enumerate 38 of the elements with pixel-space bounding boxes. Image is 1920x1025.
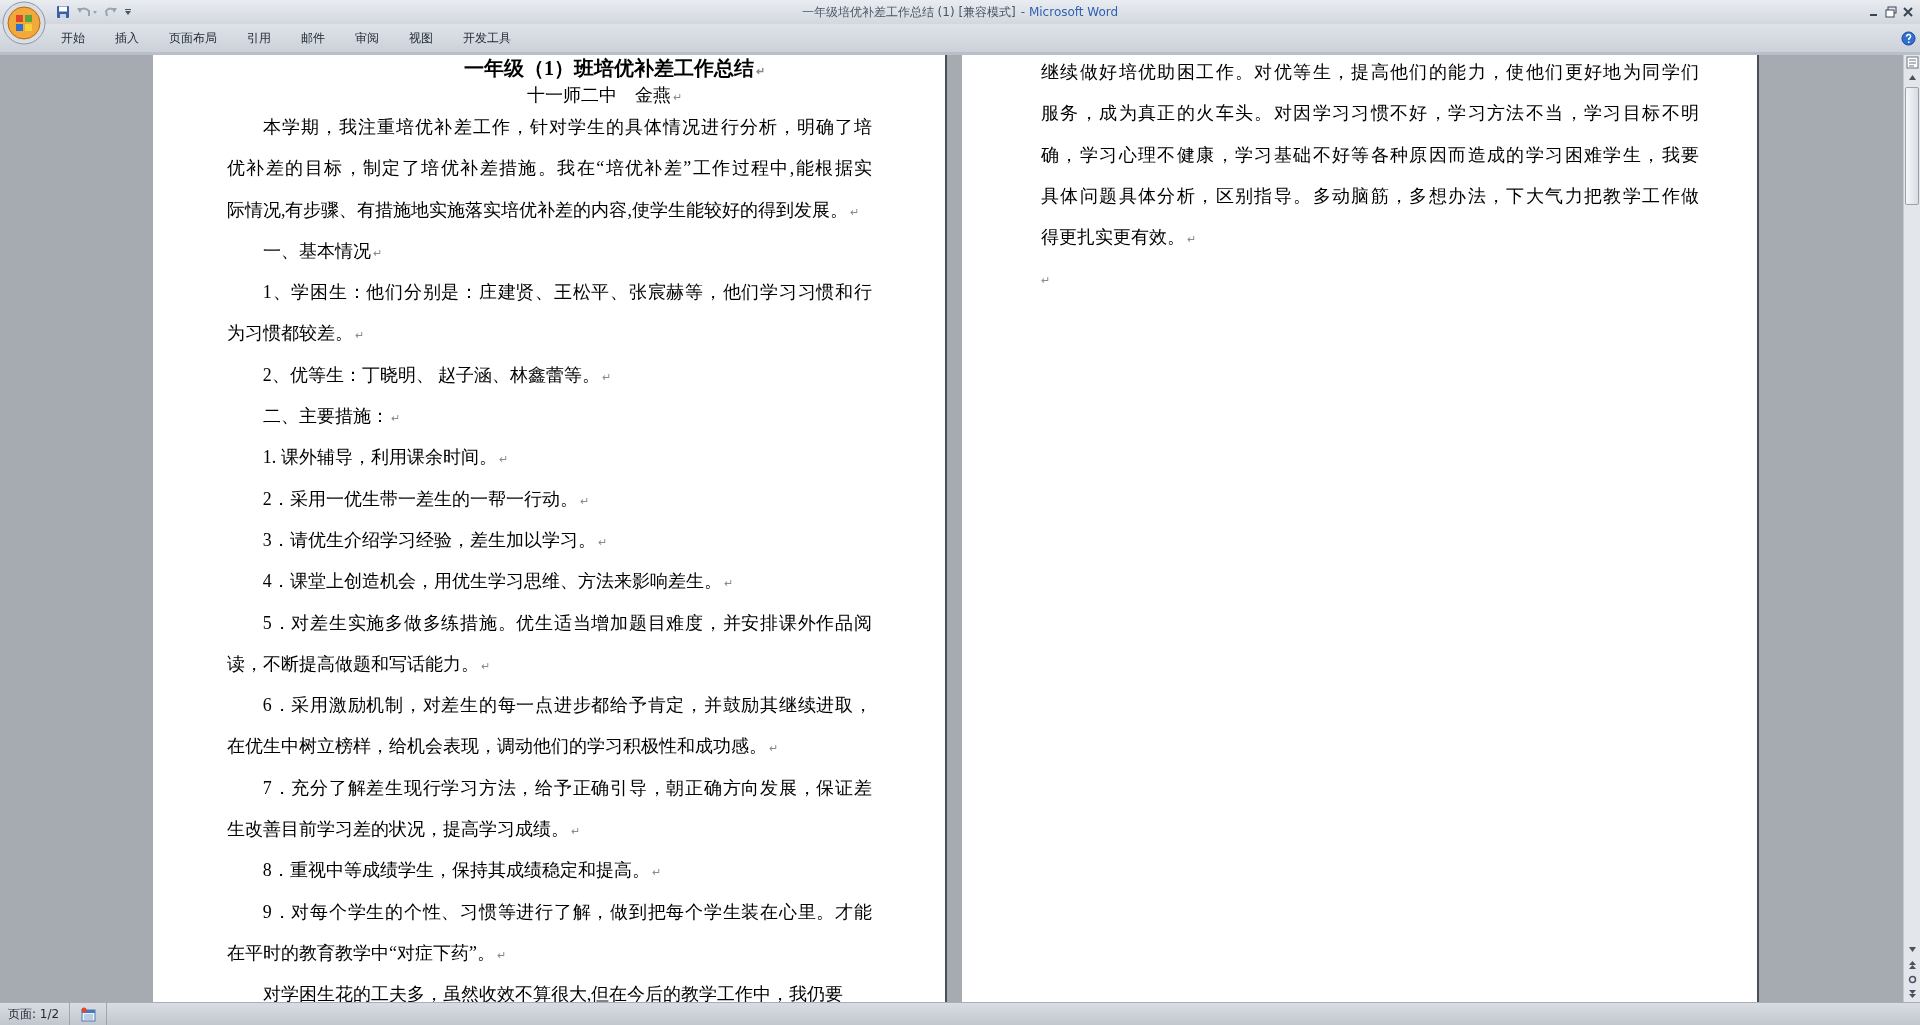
paragraph: 本学期，我注重培优补差工作，针对学生的具体情况进行分析，明确了培 优补差的目标，制定了培优补差措施。我在“培优补差”工作过程中,能根据实 际情况,有步骤、有措施地实施落实培优补差的内容,使学生能较好的得到发展。↵ bbox=[227, 116, 872, 222]
paragraph: 1. 课外辅导，利用课余时间。↵ bbox=[261, 446, 509, 470]
paragraph: 5．对差生实施多做多练措施。优生适当增加题目难度，并安排课外作品阅 读，不断提高做题和写话能力。↵ bbox=[227, 611, 872, 676]
paragraph: 继续做好培优助困工作。对优等生，提高他们的能力，使他们更好地为同学们 服务，成为真正的火车头。对因学习习惯不好，学习方法不当，学习目标不明 确，学习心理不健康，学习基础不好等各种原因而造成的学习困难学生，我要 具体问题具体分析，区别指导。多动脑筋，多想办法，下大气力把教学工作做 得更扎实更有效。↵ bbox=[1041, 61, 1699, 250]
ribbon-tab[interactable]: 视图 bbox=[394, 26, 448, 50]
ribbon-tab[interactable]: 邮件 bbox=[286, 26, 340, 50]
paragraph: 8．重视中等成绩学生，保持其成绩稳定和提高。↵ bbox=[261, 859, 662, 883]
paragraph: 2、优等生：丁晓明、 赵子涵、林鑫蕾等。↵ bbox=[261, 363, 613, 387]
help-icon[interactable] bbox=[1901, 30, 1916, 46]
ribbon-tab[interactable]: 审阅 bbox=[340, 26, 394, 50]
page-counter[interactable]: 页面: 1/2 bbox=[0, 1003, 71, 1025]
ribbon-tab[interactable]: 插入 bbox=[100, 26, 154, 50]
paragraph: 2．采用一优生带一差生的一帮一行动。↵ bbox=[261, 487, 590, 511]
office-button[interactable] bbox=[2, 1, 46, 45]
save-icon[interactable] bbox=[56, 5, 70, 19]
paragraph: 4．课堂上创造机会，用优生学习思维、方法来影响差生。↵ bbox=[261, 570, 734, 594]
paragraph: 9．对每个学生的个性、习惯等进行了解，做到把每个学生装在心里。才能 在平时的教育教学中“对症下药”。↵ bbox=[227, 900, 872, 965]
paragraph-mark: ↵ bbox=[1041, 273, 1050, 289]
paragraph: 6．采用激励机制，对差生的每一点进步都给予肯定，并鼓励其继续进取， 在优生中树立榜样，给机会表现，调动他们的学习积极性和成功感。↵ bbox=[227, 694, 872, 759]
window-title: 一年级培优补差工作总结 (1) [兼容模式] bbox=[801, 3, 1016, 21]
customize-caret-icon[interactable] bbox=[124, 8, 132, 16]
ribbon-tab[interactable]: 开发工具 bbox=[448, 26, 526, 50]
ribbon-tab[interactable]: 开始 bbox=[46, 26, 100, 50]
author-line: 十一师二中 金燕↵ bbox=[526, 84, 683, 107]
restore-icon[interactable] bbox=[1885, 6, 1897, 18]
paragraph: 7．充分了解差生现行学习方法，给予正确引导，朝正确方向发展，保证差 生改善目前学习差的状况，提高学习成绩。↵ bbox=[227, 776, 872, 842]
document-title: 一年级（1）班培优补差工作总结↵ bbox=[463, 56, 766, 81]
paragraph: 一、基本情况↵ bbox=[261, 239, 383, 263]
close-icon[interactable] bbox=[1902, 6, 1914, 18]
document-check-icon[interactable] bbox=[80, 1006, 97, 1022]
paragraph: 二、主要措施：↵ bbox=[261, 405, 401, 429]
scroll-thumb[interactable] bbox=[1905, 87, 1919, 205]
ribbon-tab[interactable]: 引用 bbox=[232, 26, 286, 50]
paragraph: 3．请优生介绍学习经验，差生加以学习。↵ bbox=[261, 528, 608, 552]
ribbon-tab[interactable]: 页面布局 bbox=[154, 26, 232, 50]
app-name: - Microsoft Word bbox=[1020, 5, 1119, 19]
paragraph: 1、学困生：他们分别是：庄建贤、王松平、张宸赫等，他们学习习惯和行 为习惯都较差。↵ bbox=[227, 281, 872, 346]
ruler-toggle-icon[interactable] bbox=[1904, 55, 1920, 70]
